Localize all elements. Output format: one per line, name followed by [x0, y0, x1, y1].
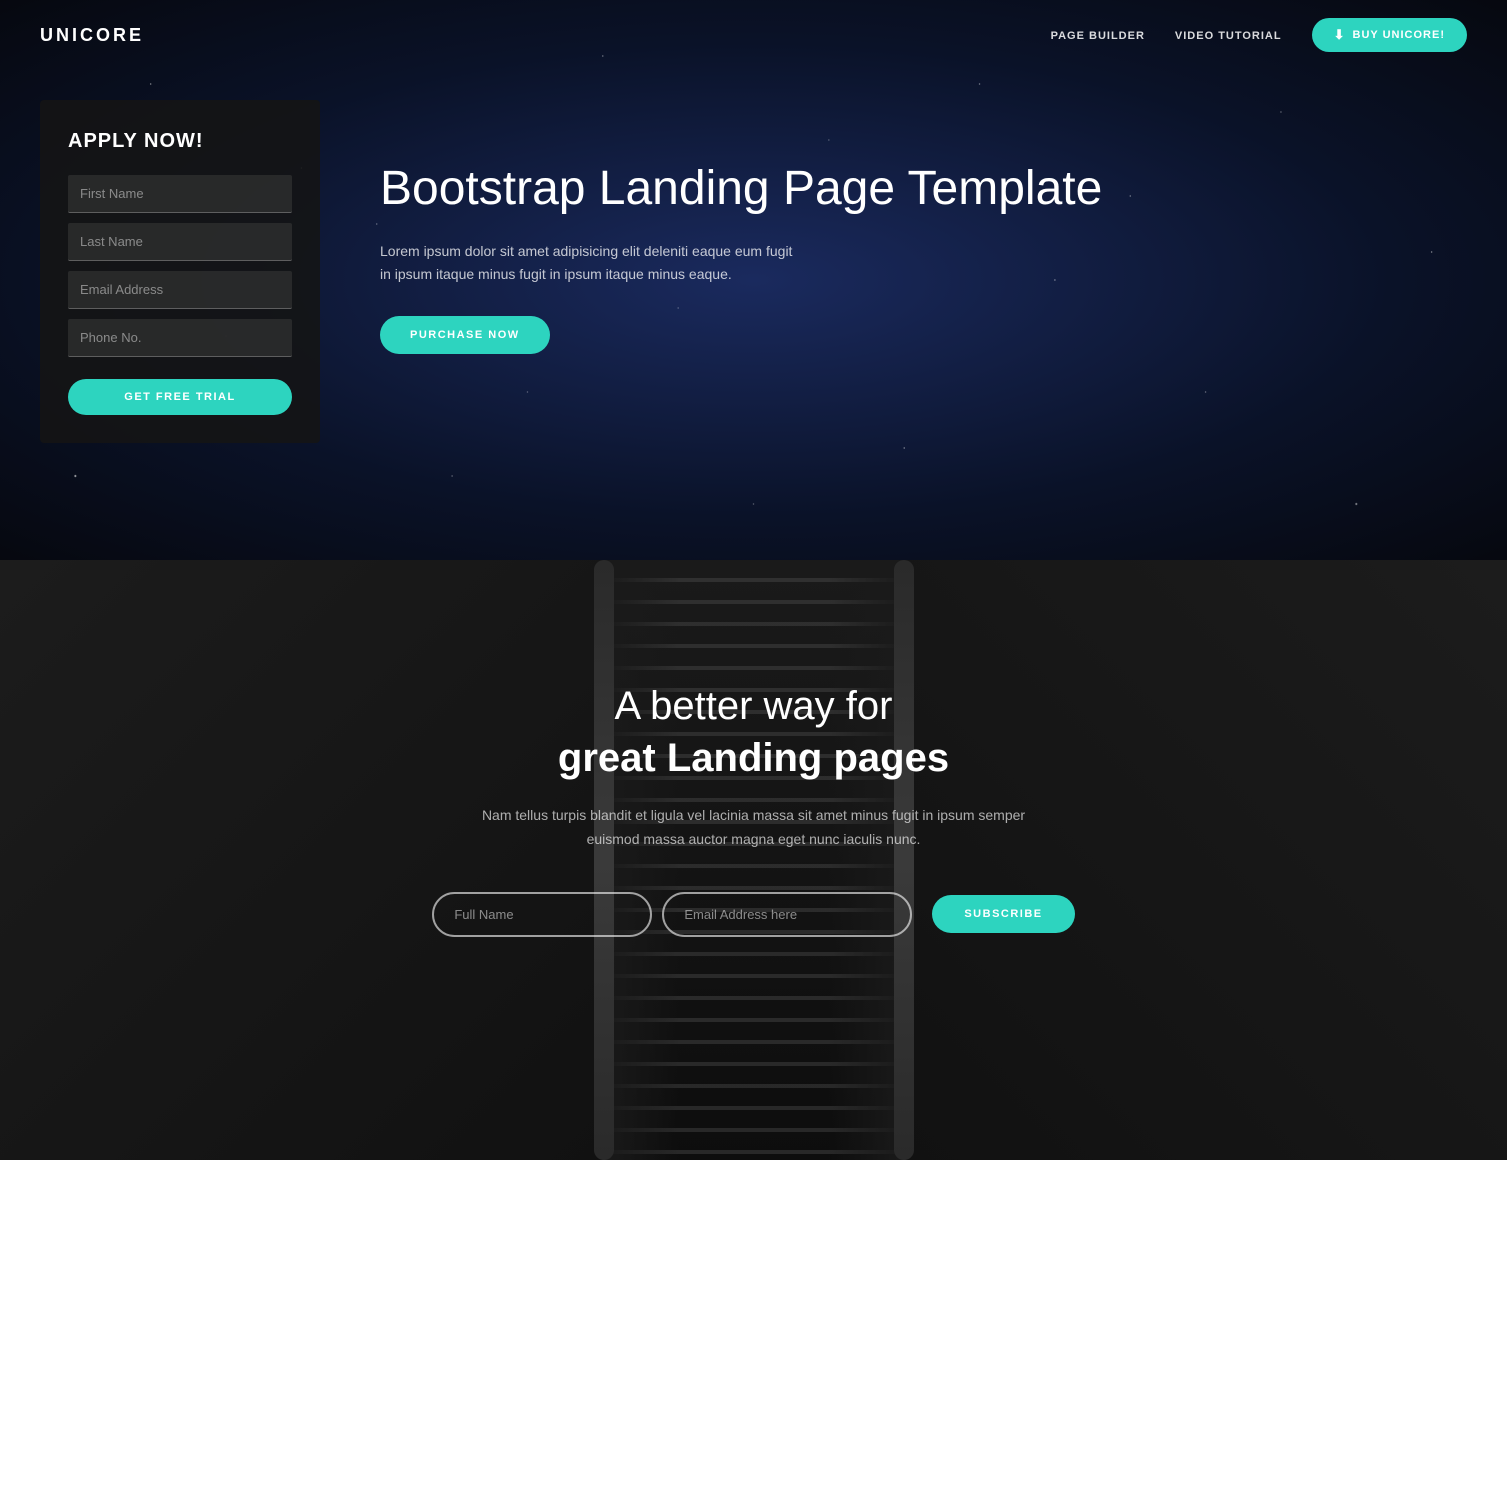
email-group [68, 271, 292, 309]
nav-item-page-builder[interactable]: PAGE BUILDER [1051, 26, 1145, 44]
hero-heading: Bootstrap Landing Page Template [380, 160, 1467, 218]
nav-links: PAGE BUILDER VIDEO TUTORIAL ⬇ BUY UNICOR… [1051, 18, 1467, 52]
subscribe-button[interactable]: SUBSCRIBE [932, 895, 1074, 933]
last-name-group [68, 223, 292, 261]
download-icon: ⬇ [1334, 27, 1346, 43]
first-name-input[interactable] [68, 175, 292, 213]
hero-description: Lorem ipsum dolor sit amet adipisicing e… [380, 240, 800, 286]
buy-button-label: BUY UNICORE! [1353, 29, 1445, 41]
section2-title-line1: A better way for [615, 684, 893, 728]
purchase-button[interactable]: PURCHASE NOW [380, 316, 550, 354]
nav-link-video-tutorial[interactable]: VIDEO TUTORIAL [1175, 30, 1282, 42]
section2-content: A better way for great Landing pages Nam… [0, 560, 1507, 997]
free-trial-button[interactable]: GET FREE TRIAL [68, 379, 292, 415]
subscribe-email-input[interactable] [662, 892, 912, 937]
navbar: UNICORE PAGE BUILDER VIDEO TUTORIAL ⬇ BU… [0, 0, 1507, 70]
email-input[interactable] [68, 271, 292, 309]
last-name-input[interactable] [68, 223, 292, 261]
buy-button[interactable]: ⬇ BUY UNICORE! [1312, 18, 1467, 52]
hero-section: UNICORE PAGE BUILDER VIDEO TUTORIAL ⬇ BU… [0, 0, 1507, 560]
first-name-group [68, 175, 292, 213]
section2-title-line2: great Landing pages [558, 736, 949, 780]
nav-item-buy[interactable]: ⬇ BUY UNICORE! [1312, 18, 1467, 52]
hero-content: APPLY NOW! GET FREE TRIAL Bootstrap Land… [0, 70, 1507, 503]
section2-title: A better way for great Landing pages [40, 680, 1467, 784]
apply-card: APPLY NOW! GET FREE TRIAL [40, 100, 320, 443]
phone-group [68, 319, 292, 357]
brand-logo: UNICORE [40, 25, 144, 46]
nav-link-page-builder[interactable]: PAGE BUILDER [1051, 30, 1145, 42]
nav-item-video-tutorial[interactable]: VIDEO TUTORIAL [1175, 26, 1282, 44]
section2-description: Nam tellus turpis blandit et ligula vel … [474, 804, 1034, 852]
phone-input[interactable] [68, 319, 292, 357]
escalator-section: A better way for great Landing pages Nam… [0, 560, 1507, 1160]
apply-title: APPLY NOW! [68, 130, 292, 153]
subscribe-fullname-input[interactable] [432, 892, 652, 937]
subscribe-form: SUBSCRIBE [414, 892, 1094, 937]
hero-text: Bootstrap Landing Page Template Lorem ip… [380, 100, 1467, 354]
